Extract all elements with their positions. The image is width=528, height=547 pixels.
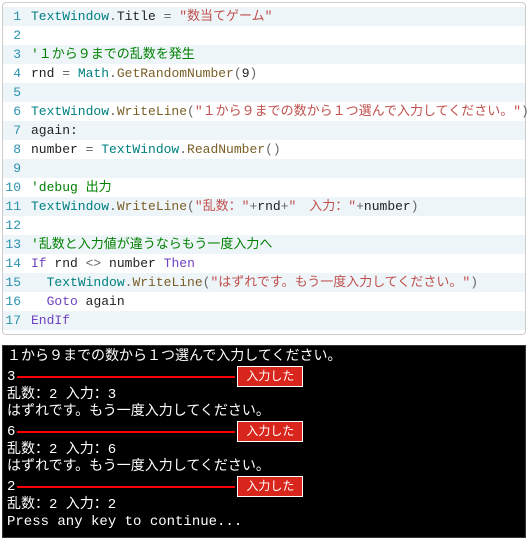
code-line[interactable]: 16 Goto again — [3, 292, 525, 311]
line-number: 8 — [3, 140, 29, 159]
console-input-line: 3 入力した — [7, 366, 521, 387]
line-number: 14 — [3, 254, 29, 273]
code-line[interactable]: 6TextWindow.WriteLine("１から９までの数から１つ選んで入力… — [3, 102, 525, 121]
console-input-line: 2 入力した — [7, 476, 521, 497]
console-line: １から９までの数から１つ選んで入力してください。 — [7, 349, 521, 366]
console-line: 乱数：2 入力：6 — [7, 442, 521, 459]
input-badge: 入力した — [237, 366, 303, 387]
code-line[interactable]: 8number = TextWindow.ReadNumber() — [3, 140, 525, 159]
code-editor[interactable]: 1TextWindow.Title = "数当てゲーム"23'１から９までの乱数… — [2, 2, 526, 335]
code-content[interactable]: Goto again — [29, 292, 525, 311]
code-content[interactable]: TextWindow.WriteLine("１から９までの数から１つ選んで入力し… — [29, 102, 528, 121]
console-line: Press any key to continue... — [7, 514, 521, 531]
line-number: 16 — [3, 292, 29, 311]
line-number: 3 — [3, 45, 29, 64]
input-badge: 入力した — [237, 476, 303, 497]
code-content[interactable]: again: — [29, 121, 525, 140]
code-content[interactable]: If rnd <> number Then — [29, 254, 525, 273]
code-content[interactable]: TextWindow.WriteLine("はずれです。もう一度入力してください… — [29, 273, 525, 292]
line-number: 7 — [3, 121, 29, 140]
code-line[interactable]: 4rnd = Math.GetRandomNumber(9) — [3, 64, 525, 83]
code-content[interactable] — [29, 216, 525, 235]
code-line[interactable]: 13'乱数と入力値が違うならもう一度入力へ — [3, 235, 525, 254]
code-content[interactable]: '乱数と入力値が違うならもう一度入力へ — [29, 235, 525, 254]
console-line: 乱数：2 入力：3 — [7, 387, 521, 404]
code-line[interactable]: 10'debug 出力 — [3, 178, 525, 197]
console-typed-value: 2 — [7, 479, 15, 496]
code-content[interactable]: TextWindow.WriteLine("乱数："+rnd+" 入力："+nu… — [29, 197, 525, 216]
code-line[interactable]: 11TextWindow.WriteLine("乱数："+rnd+" 入力："+… — [3, 197, 525, 216]
code-content[interactable]: '１から９までの乱数を発生 — [29, 45, 525, 64]
code-line[interactable]: 1TextWindow.Title = "数当てゲーム" — [3, 7, 525, 26]
code-content[interactable]: 'debug 出力 — [29, 178, 525, 197]
console-line: はずれです。もう一度入力してください。 — [7, 459, 521, 476]
line-number: 9 — [3, 159, 29, 178]
line-number: 11 — [3, 197, 29, 216]
console-typed-value: 6 — [7, 424, 15, 441]
annotation-bar — [17, 486, 235, 488]
line-number: 10 — [3, 178, 29, 197]
code-content[interactable]: number = TextWindow.ReadNumber() — [29, 140, 525, 159]
line-number: 15 — [3, 273, 29, 292]
line-number: 2 — [3, 26, 29, 45]
code-line[interactable]: 12 — [3, 216, 525, 235]
annotation-bar — [17, 431, 235, 433]
line-number: 13 — [3, 235, 29, 254]
console-input-line: 6 入力した — [7, 421, 521, 442]
console-line: 乱数：2 入力：2 — [7, 497, 521, 514]
line-number: 6 — [3, 102, 29, 121]
console-typed-value: 3 — [7, 369, 15, 386]
line-number: 4 — [3, 64, 29, 83]
code-content[interactable]: rnd = Math.GetRandomNumber(9) — [29, 64, 525, 83]
code-line[interactable]: 9 — [3, 159, 525, 178]
line-number: 17 — [3, 311, 29, 330]
code-line[interactable]: 17EndIf — [3, 311, 525, 330]
code-content[interactable] — [29, 83, 525, 102]
console-output: １から９までの数から１つ選んで入力してください。3入力した乱数：2 入力：3はず… — [2, 345, 526, 538]
code-line[interactable]: 3'１から９までの乱数を発生 — [3, 45, 525, 64]
line-number: 12 — [3, 216, 29, 235]
console-line: はずれです。もう一度入力してください。 — [7, 404, 521, 421]
code-content[interactable]: EndIf — [29, 311, 525, 330]
code-line[interactable]: 7again: — [3, 121, 525, 140]
input-badge: 入力した — [237, 421, 303, 442]
line-number: 1 — [3, 7, 29, 26]
code-content[interactable]: TextWindow.Title = "数当てゲーム" — [29, 7, 525, 26]
code-line[interactable]: 5 — [3, 83, 525, 102]
code-content[interactable] — [29, 26, 525, 45]
annotation-bar — [17, 376, 235, 378]
code-content[interactable] — [29, 159, 525, 178]
code-line[interactable]: 15 TextWindow.WriteLine("はずれです。もう一度入力してく… — [3, 273, 525, 292]
line-number: 5 — [3, 83, 29, 102]
code-line[interactable]: 14If rnd <> number Then — [3, 254, 525, 273]
code-line[interactable]: 2 — [3, 26, 525, 45]
